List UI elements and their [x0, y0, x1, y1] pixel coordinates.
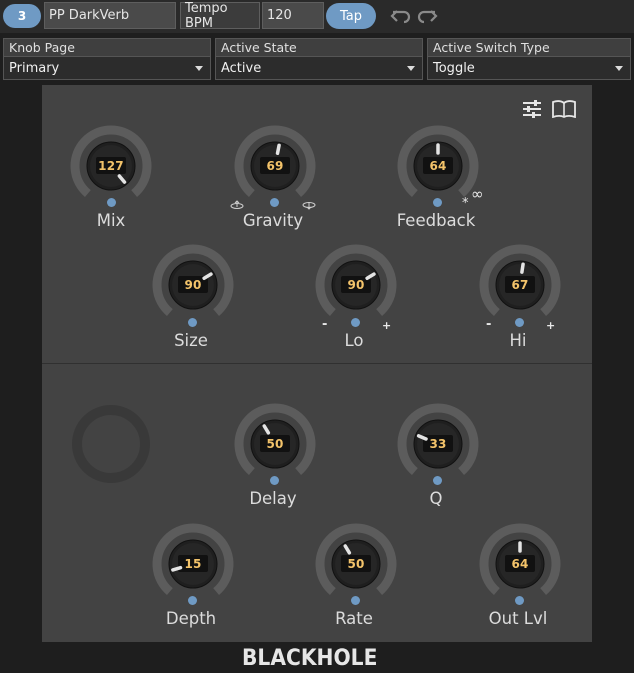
brand-logo: BLACKHOLE: [242, 646, 378, 671]
delay-label: Delay: [249, 489, 297, 508]
chevron-down-icon: [195, 66, 203, 71]
out-level-label: Out Lvl: [488, 609, 548, 628]
depth-label: Depth: [165, 609, 217, 628]
active-state-label: Active State: [215, 38, 423, 57]
tempo-label: Tempo BPM: [180, 1, 260, 31]
q-label: Q: [429, 489, 443, 508]
hi-value: 67: [511, 277, 529, 292]
inactive-knob-ring: [72, 405, 150, 483]
active-switch-type-label: Active Switch Type: [427, 38, 631, 57]
knob-page-group: Knob Page Primary: [3, 38, 211, 81]
active-switch-type-select[interactable]: Toggle: [427, 57, 631, 80]
knob-pointer: [520, 262, 525, 274]
knob-page-value: Primary: [9, 60, 60, 76]
chevron-down-icon: [407, 66, 415, 71]
book-icon[interactable]: [552, 100, 576, 118]
lo-value: 90: [347, 277, 365, 292]
infinity-symbol: ∞: [471, 185, 484, 203]
active-switch-type-group: Active Switch Type Toggle: [427, 38, 631, 81]
mix-knob[interactable]: 127: [69, 124, 153, 208]
q-knob[interactable]: 33: [396, 402, 480, 486]
out-level-indicator-dot: [515, 596, 524, 605]
panel-divider: [42, 363, 592, 364]
out-level-value: 64: [511, 556, 529, 571]
depth-value: 15: [184, 556, 202, 571]
lo-minus-sign: -: [322, 317, 328, 332]
size-label: Size: [174, 331, 208, 350]
mix-value: 127: [98, 158, 124, 173]
delay-knob[interactable]: 50: [233, 402, 317, 486]
hi-label: Hi: [509, 331, 527, 350]
depth-indicator-dot: [188, 596, 197, 605]
feedback-value: 64: [429, 158, 447, 173]
gravity-indicator-dot: [270, 198, 279, 207]
tap-tempo-button[interactable]: Tap: [326, 3, 376, 29]
mix-indicator-dot: [107, 198, 116, 207]
active-switch-type-value: Toggle: [433, 60, 475, 76]
size-indicator-dot: [188, 318, 197, 327]
hi-indicator-dot: [515, 318, 524, 327]
active-state-value: Active: [221, 60, 262, 76]
gravity-label: Gravity: [242, 211, 304, 230]
knob-pointer: [275, 143, 281, 155]
out-level-knob[interactable]: 64: [478, 522, 562, 606]
rate-value: 50: [347, 556, 365, 571]
rate-indicator-dot: [351, 596, 360, 605]
reverse-icon: [230, 200, 244, 209]
forward-icon: [302, 202, 316, 210]
rate-label: Rate: [335, 609, 373, 628]
knob-page-select[interactable]: Primary: [3, 57, 211, 80]
tempo-input[interactable]: 120: [262, 2, 324, 29]
active-state-group: Active State Active: [215, 38, 423, 81]
gravity-knob[interactable]: 69: [233, 124, 317, 208]
hi-minus-sign: -: [486, 317, 492, 332]
preset-name-field[interactable]: PP DarkVerb: [44, 2, 176, 29]
gravity-value: 69: [266, 158, 284, 173]
feedback-indicator-dot: [433, 198, 442, 207]
q-value: 33: [429, 436, 447, 451]
delay-value: 50: [266, 436, 284, 451]
q-indicator-dot: [433, 476, 442, 485]
chevron-down-icon: [615, 66, 623, 71]
lo-indicator-dot: [351, 318, 360, 327]
lo-label: Lo: [344, 331, 364, 350]
delay-indicator-dot: [270, 476, 279, 485]
active-state-select[interactable]: Active: [215, 57, 423, 80]
undo-icon[interactable]: [390, 7, 412, 25]
knob-page-label: Knob Page: [3, 38, 211, 57]
asterisk-symbol: *: [462, 196, 469, 211]
feedback-label: Feedback: [396, 211, 476, 230]
size-value: 90: [184, 277, 202, 292]
sliders-icon[interactable]: [522, 100, 542, 118]
size-knob[interactable]: 90: [151, 243, 235, 327]
hi-knob[interactable]: 67: [478, 243, 562, 327]
lo-knob[interactable]: 90: [314, 243, 398, 327]
rate-knob[interactable]: 50: [314, 522, 398, 606]
preset-number-button[interactable]: 3: [3, 4, 41, 28]
mix-label: Mix: [96, 211, 126, 230]
depth-knob[interactable]: 15: [151, 522, 235, 606]
redo-icon[interactable]: [416, 7, 438, 25]
